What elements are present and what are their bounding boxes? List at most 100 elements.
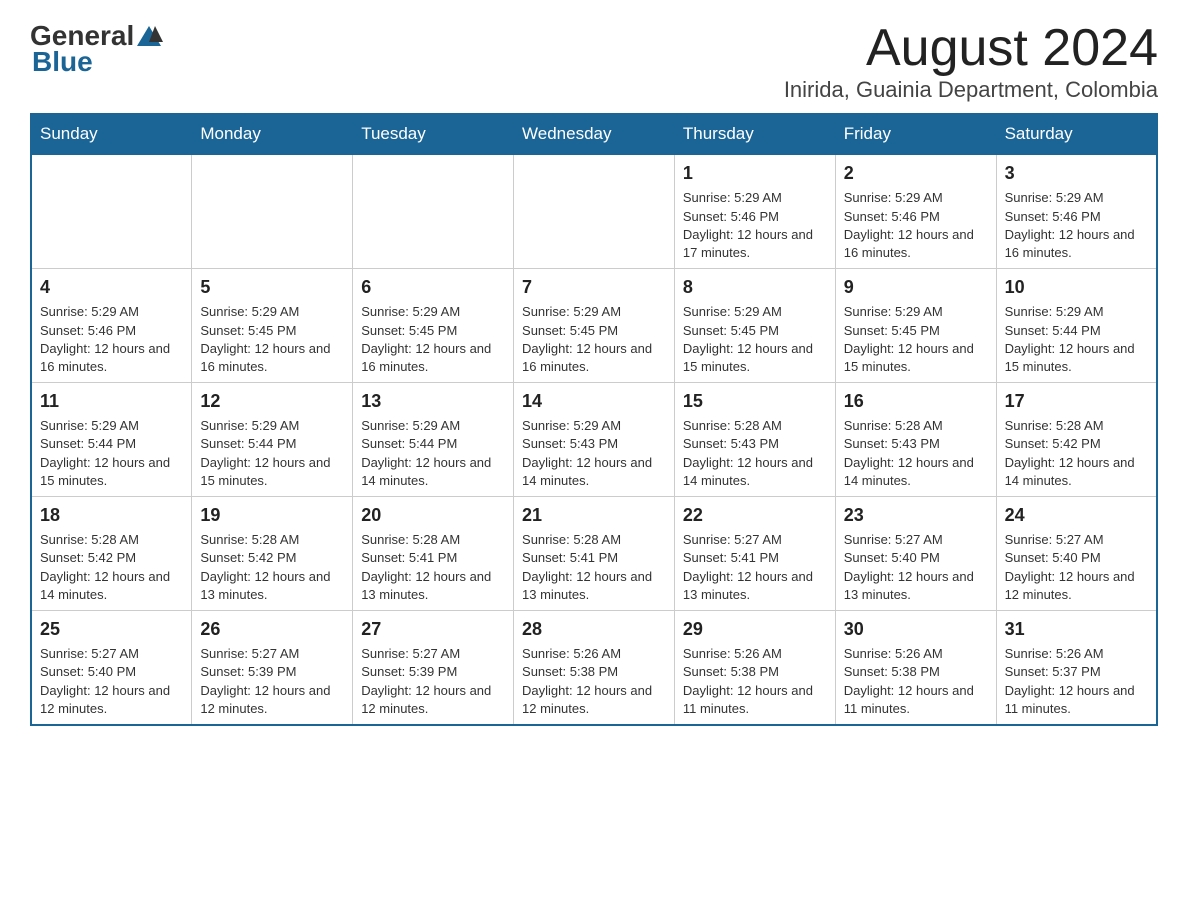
calendar-cell: 2 Sunrise: 5:29 AM Sunset: 5:46 PM Daylig… — [835, 155, 996, 269]
calendar-cell: 3 Sunrise: 5:29 AM Sunset: 5:46 PM Daylig… — [996, 155, 1157, 269]
calendar-cell: 18Sunrise: 5:28 AM Sunset: 5:42 PM Dayli… — [31, 497, 192, 611]
day-info: Sunrise: 5:28 AM Sunset: 5:43 PM Dayligh… — [683, 417, 827, 490]
day-info: Sunrise: 5:29 AM Sunset: 5:44 PM Dayligh… — [200, 417, 344, 490]
calendar-cell: 26Sunrise: 5:27 AM Sunset: 5:39 PM Dayli… — [192, 610, 353, 724]
day-header-thursday: Thursday — [674, 114, 835, 155]
calendar-cell: 1 Sunrise: 5:29 AM Sunset: 5:46 PM Daylig… — [674, 155, 835, 269]
calendar-cell: 24 Sunrise: 5:27 AM Sunset: 5:40 PM Dayli… — [996, 497, 1157, 611]
calendar-cell: 6 Sunrise: 5:29 AM Sunset: 5:45 PM Daylig… — [353, 269, 514, 383]
day-number: 2 — [844, 161, 988, 186]
calendar-week-row: 11 Sunrise: 5:29 AM Sunset: 5:44 PM Dayli… — [31, 383, 1157, 497]
day-number: 9 — [844, 275, 988, 300]
calendar-cell: 30 Sunrise: 5:26 AM Sunset: 5:38 PM Dayli… — [835, 610, 996, 724]
day-info: Sunrise: 5:26 AM Sunset: 5:37 PM Dayligh… — [1005, 645, 1148, 718]
day-info: Sunrise: 5:29 AM Sunset: 5:46 PM Dayligh… — [1005, 189, 1148, 262]
day-info: Sunrise: 5:29 AM Sunset: 5:46 PM Dayligh… — [683, 189, 827, 262]
calendar-week-row: 18 Sunrise: 5:28 AM Sunset: 5:42 PM Dayli… — [31, 497, 1157, 611]
calendar-cell: 20 Sunrise: 5:28 AM Sunset: 5:41 PM Dayli… — [353, 497, 514, 611]
day-header-wednesday: Wednesday — [514, 114, 675, 155]
page-header: General Blue August 2024 Inirida, Guaini… — [30, 20, 1158, 103]
day-info: Sunrise: 5:28 AM Sunset: 5:43 PM Dayligh… — [844, 417, 988, 490]
title-section: August 2024 Inirida, Guainia Department,… — [784, 20, 1158, 103]
day-info: Sunrise: 5:27 AM Sunset: 5:39 PM Dayligh… — [361, 645, 505, 718]
day-info: Sunrise: 5:29 AM Sunset: 5:44 PM Dayligh… — [1005, 303, 1148, 376]
day-info: Sunrise: 5:27 AM Sunset: 5:41 PM Dayligh… — [683, 531, 827, 604]
day-number: 15 — [683, 389, 827, 414]
calendar-cell: 5Sunrise: 5:29 AM Sunset: 5:45 PM Daylig… — [192, 269, 353, 383]
calendar-cell: 8 Sunrise: 5:29 AM Sunset: 5:45 PM Daylig… — [674, 269, 835, 383]
day-number: 24 — [1005, 503, 1148, 528]
calendar-cell: 13 Sunrise: 5:29 AM Sunset: 5:44 PM Dayli… — [353, 383, 514, 497]
day-info: Sunrise: 5:29 AM Sunset: 5:45 PM Dayligh… — [200, 303, 344, 376]
day-info: Sunrise: 5:28 AM Sunset: 5:41 PM Dayligh… — [361, 531, 505, 604]
day-number: 31 — [1005, 617, 1148, 642]
calendar-cell: 19Sunrise: 5:28 AM Sunset: 5:42 PM Dayli… — [192, 497, 353, 611]
calendar-cell: 22 Sunrise: 5:27 AM Sunset: 5:41 PM Dayli… — [674, 497, 835, 611]
day-number: 18 — [40, 503, 183, 528]
day-number: 21 — [522, 503, 666, 528]
calendar-cell: 12Sunrise: 5:29 AM Sunset: 5:44 PM Dayli… — [192, 383, 353, 497]
calendar-cell — [31, 155, 192, 269]
month-title: August 2024 — [784, 20, 1158, 77]
day-info: Sunrise: 5:26 AM Sunset: 5:38 PM Dayligh… — [522, 645, 666, 718]
day-number: 13 — [361, 389, 505, 414]
calendar-cell: 29 Sunrise: 5:26 AM Sunset: 5:38 PM Dayli… — [674, 610, 835, 724]
calendar-cell: 10 Sunrise: 5:29 AM Sunset: 5:44 PM Dayli… — [996, 269, 1157, 383]
day-info: Sunrise: 5:29 AM Sunset: 5:44 PM Dayligh… — [361, 417, 505, 490]
day-number: 23 — [844, 503, 988, 528]
calendar-cell: 14 Sunrise: 5:29 AM Sunset: 5:43 PM Dayli… — [514, 383, 675, 497]
calendar-cell: 9 Sunrise: 5:29 AM Sunset: 5:45 PM Daylig… — [835, 269, 996, 383]
calendar-cell — [514, 155, 675, 269]
day-info: Sunrise: 5:26 AM Sunset: 5:38 PM Dayligh… — [844, 645, 988, 718]
calendar-cell: 31 Sunrise: 5:26 AM Sunset: 5:37 PM Dayli… — [996, 610, 1157, 724]
day-info: Sunrise: 5:29 AM Sunset: 5:45 PM Dayligh… — [683, 303, 827, 376]
calendar-cell: 27Sunrise: 5:27 AM Sunset: 5:39 PM Dayli… — [353, 610, 514, 724]
day-info: Sunrise: 5:26 AM Sunset: 5:38 PM Dayligh… — [683, 645, 827, 718]
day-number: 20 — [361, 503, 505, 528]
logo-blue-text: Blue — [32, 46, 93, 78]
calendar-week-row: 1 Sunrise: 5:29 AM Sunset: 5:46 PM Daylig… — [31, 155, 1157, 269]
day-number: 3 — [1005, 161, 1148, 186]
day-number: 10 — [1005, 275, 1148, 300]
logo-icon — [135, 22, 163, 50]
calendar-cell: 7 Sunrise: 5:29 AM Sunset: 5:45 PM Daylig… — [514, 269, 675, 383]
day-info: Sunrise: 5:29 AM Sunset: 5:43 PM Dayligh… — [522, 417, 666, 490]
day-info: Sunrise: 5:27 AM Sunset: 5:40 PM Dayligh… — [1005, 531, 1148, 604]
calendar-cell: 4 Sunrise: 5:29 AM Sunset: 5:46 PM Daylig… — [31, 269, 192, 383]
day-number: 6 — [361, 275, 505, 300]
day-number: 22 — [683, 503, 827, 528]
logo: General Blue — [30, 20, 164, 78]
day-number: 8 — [683, 275, 827, 300]
day-number: 26 — [200, 617, 344, 642]
calendar-table: SundayMondayTuesdayWednesdayThursdayFrid… — [30, 113, 1158, 726]
location-title: Inirida, Guainia Department, Colombia — [784, 77, 1158, 103]
day-info: Sunrise: 5:28 AM Sunset: 5:42 PM Dayligh… — [200, 531, 344, 604]
day-number: 4 — [40, 275, 183, 300]
calendar-cell: 15 Sunrise: 5:28 AM Sunset: 5:43 PM Dayli… — [674, 383, 835, 497]
calendar-cell — [353, 155, 514, 269]
day-info: Sunrise: 5:29 AM Sunset: 5:45 PM Dayligh… — [844, 303, 988, 376]
day-number: 7 — [522, 275, 666, 300]
day-number: 25 — [40, 617, 183, 642]
day-number: 28 — [522, 617, 666, 642]
calendar-header-row: SundayMondayTuesdayWednesdayThursdayFrid… — [31, 114, 1157, 155]
calendar-cell: 23Sunrise: 5:27 AM Sunset: 5:40 PM Dayli… — [835, 497, 996, 611]
calendar-cell — [192, 155, 353, 269]
day-number: 1 — [683, 161, 827, 186]
day-info: Sunrise: 5:28 AM Sunset: 5:42 PM Dayligh… — [1005, 417, 1148, 490]
day-info: Sunrise: 5:29 AM Sunset: 5:45 PM Dayligh… — [361, 303, 505, 376]
day-number: 16 — [844, 389, 988, 414]
calendar-cell: 21Sunrise: 5:28 AM Sunset: 5:41 PM Dayli… — [514, 497, 675, 611]
calendar-week-row: 25Sunrise: 5:27 AM Sunset: 5:40 PM Dayli… — [31, 610, 1157, 724]
calendar-cell: 11Sunrise: 5:29 AM Sunset: 5:44 PM Dayli… — [31, 383, 192, 497]
day-number: 29 — [683, 617, 827, 642]
day-header-sunday: Sunday — [31, 114, 192, 155]
day-info: Sunrise: 5:29 AM Sunset: 5:45 PM Dayligh… — [522, 303, 666, 376]
day-number: 14 — [522, 389, 666, 414]
day-info: Sunrise: 5:29 AM Sunset: 5:46 PM Dayligh… — [40, 303, 183, 376]
day-number: 11 — [40, 389, 183, 414]
day-info: Sunrise: 5:29 AM Sunset: 5:46 PM Dayligh… — [844, 189, 988, 262]
day-header-saturday: Saturday — [996, 114, 1157, 155]
day-number: 30 — [844, 617, 988, 642]
calendar-week-row: 4 Sunrise: 5:29 AM Sunset: 5:46 PM Daylig… — [31, 269, 1157, 383]
